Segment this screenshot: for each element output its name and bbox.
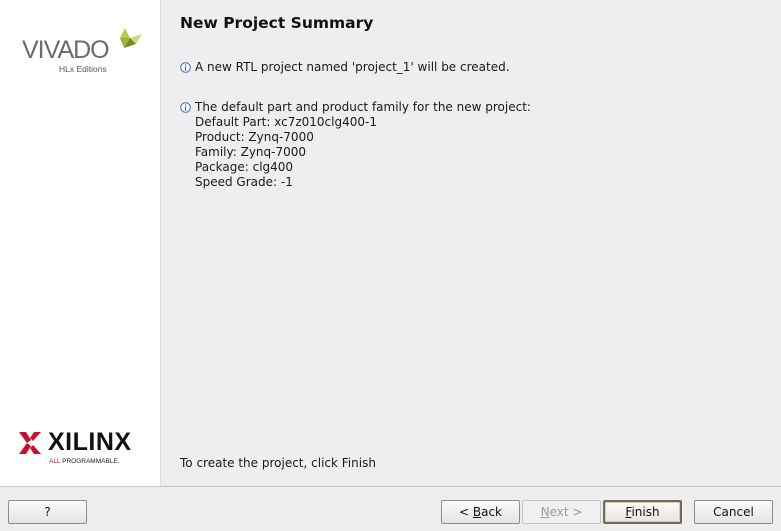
next-button[interactable]: Next > xyxy=(522,500,601,524)
page-title: New Project Summary xyxy=(180,14,374,32)
info-message-body: The default part and product family for … xyxy=(195,100,531,190)
next-button-rest: ext > xyxy=(549,505,583,519)
info-message-text: A new RTL project named 'project_1' will… xyxy=(195,60,510,74)
info-icon xyxy=(180,62,191,73)
back-button-prefix: < xyxy=(458,505,473,519)
xilinx-x-icon xyxy=(19,432,41,454)
help-button[interactable]: ? xyxy=(8,500,87,524)
part-details: Default Part: xc7z010clg400-1 Product: Z… xyxy=(195,115,531,190)
finish-button-rest: inish xyxy=(631,505,660,519)
finish-button[interactable]: Finish xyxy=(603,500,682,524)
info-icon xyxy=(180,102,191,113)
wizard-button-bar: ? < Back Next > Finish Cancel xyxy=(0,486,781,531)
finish-instruction: To create the project, click Finish xyxy=(180,456,376,470)
info-message-text: The default part and product family for … xyxy=(195,100,531,114)
vivado-leaf-icon xyxy=(120,28,142,48)
next-button-mnemonic: N xyxy=(540,505,550,519)
cancel-button[interactable]: Cancel xyxy=(694,500,773,524)
xilinx-logo: XILINX ALL PROGRAMMABLE. xyxy=(19,428,149,470)
back-button-rest: ack xyxy=(481,505,502,519)
back-button[interactable]: < Back xyxy=(441,500,520,524)
vivado-logo: VIVADO HLx Editions xyxy=(22,26,148,78)
wizard-sidebar: VIVADO HLx Editions XILINX ALL PROGRAMMA… xyxy=(0,0,161,486)
info-message-project: A new RTL project named 'project_1' will… xyxy=(180,60,510,75)
xilinx-logo-tagline: ALL PROGRAMMABLE. xyxy=(49,458,120,466)
xilinx-tagline-all: ALL xyxy=(49,458,61,465)
detail-family: Family: Zynq-7000 xyxy=(195,145,307,159)
vivado-logo-word: VIVADO xyxy=(22,36,110,64)
detail-default-part: Default Part: xc7z010clg400-1 xyxy=(195,115,377,129)
xilinx-logo-word: XILINX xyxy=(48,428,132,456)
detail-package: Package: clg400 xyxy=(195,160,294,174)
detail-product: Product: Zynq-7000 xyxy=(195,130,314,144)
vivado-logo-subtitle: HLx Editions xyxy=(59,64,107,74)
xilinx-tagline-rest: PROGRAMMABLE. xyxy=(60,458,120,465)
wizard-content: New Project Summary A new RTL project na… xyxy=(161,0,781,486)
info-message-part: The default part and product family for … xyxy=(180,100,531,190)
detail-speed-grade: Speed Grade: -1 xyxy=(195,175,293,189)
back-button-mnemonic: B xyxy=(472,505,482,519)
